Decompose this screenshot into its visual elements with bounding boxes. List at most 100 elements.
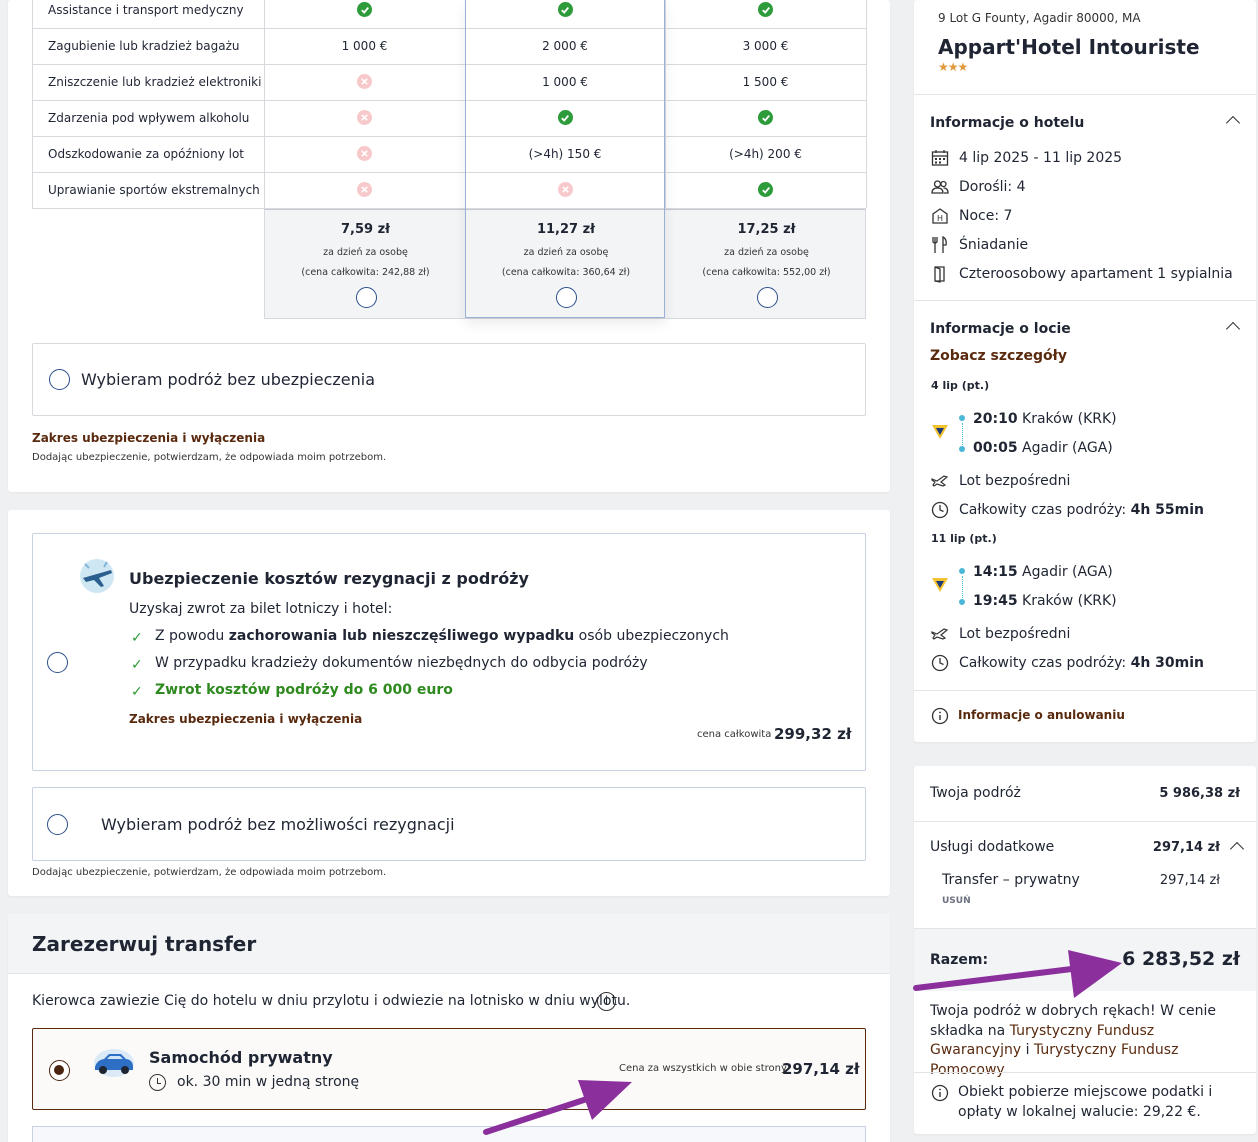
cancellation-option[interactable]: Ubezpieczenie kosztów rezygnacji z podró… <box>32 533 866 771</box>
info-icon[interactable]: i <box>597 992 616 1011</box>
col-divider <box>32 64 33 100</box>
plane-icon <box>931 625 949 643</box>
clock-icon <box>931 654 949 672</box>
col-divider <box>32 0 33 28</box>
cancellation-radio[interactable] <box>47 652 68 673</box>
cancellation-info-link[interactable]: Informacje o anulowaniu <box>958 708 1125 722</box>
table-row: Uprawianie sportów ekstremalnych <box>32 172 867 209</box>
transfer-card: Zarezerwuj transfer Kierowca zawiezie Ci… <box>8 914 890 1142</box>
benefit-1-pre: Z powodu <box>155 628 229 644</box>
remove-transfer-button[interactable]: USUŃ <box>942 896 971 906</box>
col-divider <box>665 0 666 28</box>
col-divider <box>264 64 265 100</box>
clock-icon <box>149 1074 166 1091</box>
chevron-up-icon[interactable] <box>1225 115 1241 131</box>
guarantee-text: Twoja podróż w dobrych rękach! W cenie s… <box>930 1003 1217 1078</box>
transfer-header: Zarezerwuj transfer <box>8 914 890 974</box>
cancellation-total-label: cena całkowita <box>697 729 772 740</box>
hotel-h-icon: H <box>931 207 949 225</box>
row-label: Zniszczenie lub kradzież elektroniki <box>48 75 262 89</box>
hotel-nights: Noce: 7 <box>959 208 1013 224</box>
outbound-date: 4 lip (pt.) <box>931 379 990 392</box>
no-cancellation-option[interactable]: Wybieram podróż bez możliwości rezygnacj… <box>32 787 866 861</box>
row-label: Assistance i transport medyczny <box>48 3 244 17</box>
inbound-arr-time: 19:45 <box>973 593 1018 609</box>
insurance-table-card: Assistance i transport medyczny Zagubieni… <box>8 0 890 492</box>
plan-radio[interactable] <box>756 287 778 308</box>
benefit-1-post: osób ubezpieczonych <box>574 628 729 644</box>
outbound-duration: 4h 55min <box>1130 502 1204 518</box>
plane-umbrella-icon <box>77 556 117 596</box>
cross-icon <box>357 74 372 89</box>
transfer-option-private-car[interactable]: Samochód prywatny ok. 30 min w jedną str… <box>32 1028 866 1110</box>
local-tax-note: Obiekt pobierze miejscowe podatki i opła… <box>958 1084 1213 1120</box>
plan-per-label: za dzień za osobę <box>323 247 408 258</box>
check-icon <box>758 2 773 17</box>
col-divider <box>866 64 867 100</box>
outbound-dep-place: Kraków (KRK) <box>1022 411 1117 427</box>
cell-value: 3 000 € <box>742 39 789 53</box>
extras-label: Usługi dodatkowe <box>930 839 1055 855</box>
transfer-value: 297,14 zł <box>1159 873 1220 888</box>
row-label: Uprawianie sportów ekstremalnych <box>48 183 260 197</box>
info-icon <box>931 1084 949 1102</box>
hotel-board: Śniadanie <box>959 237 1029 253</box>
clock-icon <box>931 501 949 519</box>
col-divider <box>32 136 33 172</box>
col-divider <box>264 0 265 28</box>
cell-value: (>4h) 200 € <box>729 147 802 161</box>
flight-info-title[interactable]: Informacje o locie <box>930 321 1071 337</box>
table-row: Odszkodowanie za opóźniony lot (>4h) 150 … <box>32 136 867 173</box>
cross-icon <box>357 182 372 197</box>
hotel-room: Czteroosobowy apartament 1 sypialnia <box>959 266 1233 282</box>
car-icon <box>91 1047 137 1079</box>
col-divider <box>866 28 867 64</box>
airline-logo-icon <box>931 575 949 593</box>
transfer-title: Zarezerwuj transfer <box>32 932 257 956</box>
col-divider <box>665 100 666 136</box>
price-summary-card: Twoja podróż 5 986,38 zł Usługi dodatkow… <box>914 766 1256 1134</box>
checkmark-icon: ✓ <box>131 657 143 673</box>
col-divider <box>264 172 265 208</box>
table-row: Zdarzenia pod wpływem alkoholu <box>32 100 867 137</box>
plan-radio[interactable] <box>355 287 377 308</box>
flight-details-link[interactable]: Zobacz szczegóły <box>930 348 1067 364</box>
plan-price: 17,25 zł <box>737 222 796 237</box>
outbound-dep-time: 20:10 <box>973 411 1018 427</box>
col-divider <box>866 172 867 208</box>
col-divider <box>32 172 33 208</box>
chevron-up-icon[interactable] <box>1229 841 1245 857</box>
check-icon <box>758 110 773 125</box>
col-divider <box>264 136 265 172</box>
selected-plan-frame <box>465 0 665 318</box>
insurance-scope-link[interactable]: Zakres ubezpieczenia i wyłączenia <box>32 431 265 445</box>
hotel-info-title[interactable]: Informacje o hotelu <box>930 115 1084 131</box>
transfer-price-label: Cena za wszystkich w obie strony <box>619 1063 787 1074</box>
transfer-option-duration: ok. 30 min w jedną stronę <box>177 1074 360 1090</box>
no-cancellation-radio[interactable] <box>47 814 68 835</box>
next-transfer-option[interactable] <box>32 1126 866 1142</box>
insurance-comparison-table: Assistance i transport medyczny Zagubieni… <box>32 0 867 320</box>
col-divider <box>866 0 867 28</box>
col-divider <box>866 100 867 136</box>
col-divider <box>32 28 33 64</box>
check-icon <box>758 182 773 197</box>
no-cancellation-label: Wybieram podróż bez możliwości rezygnacj… <box>101 815 455 834</box>
cell-value: 1 500 € <box>742 75 789 89</box>
hotel-stars: ★★★ <box>938 60 968 74</box>
transfer-label: Transfer – prywatny <box>942 872 1080 888</box>
row-label: Odszkodowanie za opóźniony lot <box>48 147 244 161</box>
trip-value: 5 986,38 zł <box>1159 786 1240 801</box>
transfer-radio[interactable] <box>49 1060 70 1081</box>
transfer-option-name: Samochód prywatny <box>149 1048 333 1067</box>
plan-per-label: za dzień za osobę <box>724 247 809 258</box>
no-insurance-option[interactable]: Wybieram podróż bez ubezpieczenia <box>32 343 866 416</box>
transfer-price: 297,14 zł <box>782 1060 860 1078</box>
chevron-up-icon[interactable] <box>1225 321 1241 337</box>
cancellation-scope-link[interactable]: Zakres ubezpieczenia i wyłączenia <box>129 712 362 726</box>
inbound-type: Lot bezpośredni <box>959 626 1071 642</box>
no-insurance-radio[interactable] <box>49 369 70 390</box>
transfer-description: Kierowca zawiezie Cię do hotelu w dniu p… <box>32 993 631 1009</box>
table-row: Assistance i transport medyczny <box>32 0 867 29</box>
checkmark-icon: ✓ <box>131 630 143 646</box>
